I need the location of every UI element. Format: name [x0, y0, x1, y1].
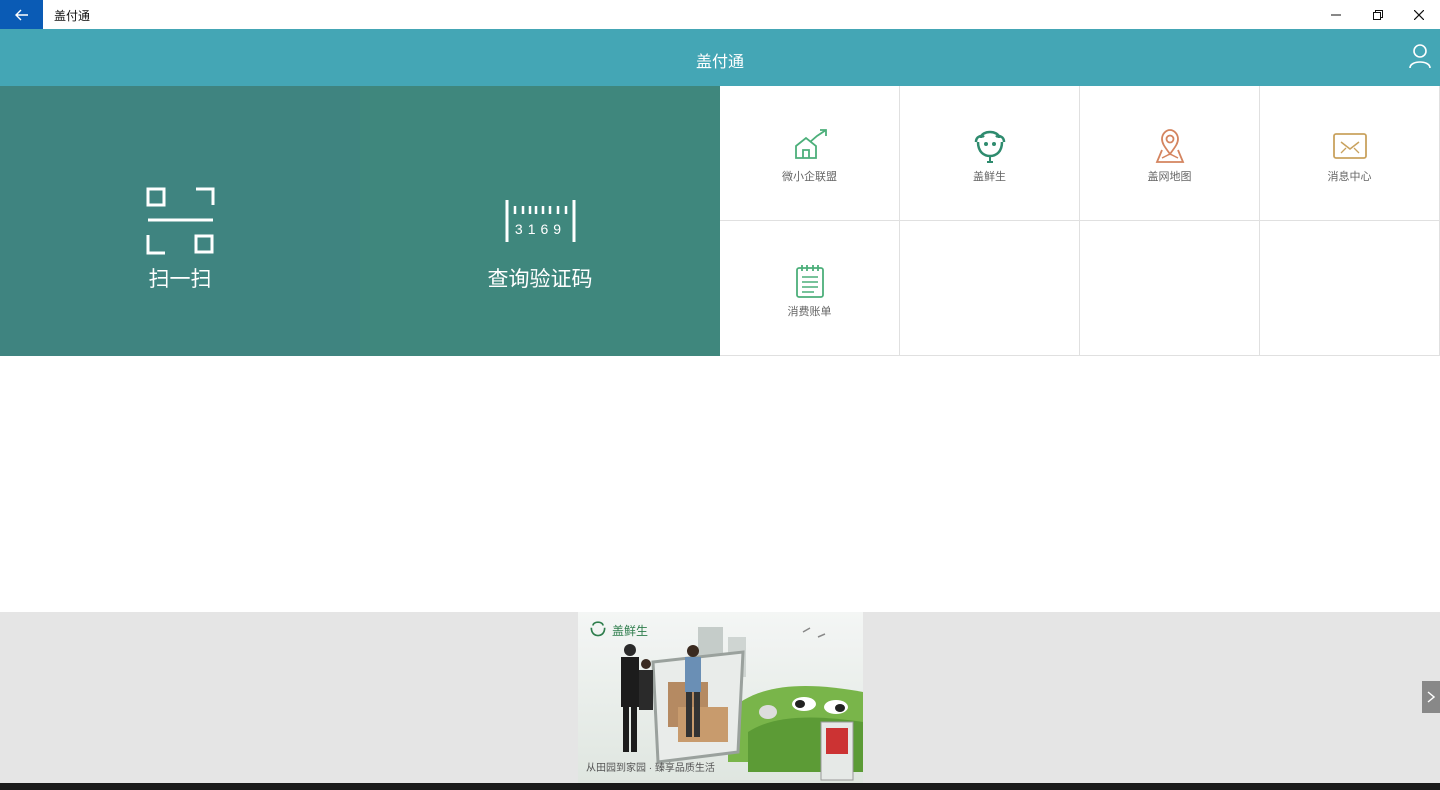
- gaixiansheng-logo-icon: [974, 130, 1006, 163]
- grid-item-label: 消费账单: [787, 306, 832, 318]
- restore-button[interactable]: [1358, 0, 1398, 29]
- window-title: 盖付通: [54, 9, 91, 23]
- verify-code-digits: 3169: [514, 221, 567, 237]
- grid-item-empty: [900, 221, 1080, 356]
- back-arrow-icon: [14, 9, 28, 20]
- banner-brand-name: 盖鲜生: [612, 623, 649, 638]
- banner-carousel: 盖鲜生 从田园到家园 · 臻享品质生活: [0, 612, 1440, 783]
- carousel-next-button[interactable]: [1422, 681, 1440, 713]
- banner-ad-image[interactable]: 盖鲜生 从田园到家园 · 臻享品质生活: [578, 612, 863, 783]
- banner-brand: 盖鲜生: [588, 620, 648, 640]
- grid-item-empty: [1080, 221, 1260, 356]
- minimize-button[interactable]: [1316, 0, 1356, 29]
- grid-item-empty: [1260, 221, 1440, 356]
- minimize-icon: [1331, 14, 1341, 15]
- app-header: 盖付通: [0, 29, 1440, 86]
- grid-item-label: 消息中心: [1327, 171, 1372, 183]
- taskbar-strip: [0, 783, 1440, 790]
- scan-icon: [146, 187, 215, 255]
- grid-item-label: 微小企联盟: [782, 171, 837, 183]
- grid-item-map[interactable]: 盖网地图: [1080, 86, 1260, 221]
- feature-grid: 微小企联盟 盖鲜生 盖网地图 消息中心 消费账单: [720, 86, 1440, 356]
- header-title: 盖付通: [695, 54, 744, 71]
- close-button[interactable]: [1399, 0, 1439, 29]
- envelope-icon: [1333, 133, 1367, 159]
- restore-icon: [1373, 9, 1383, 20]
- grid-item-messages[interactable]: 消息中心: [1260, 86, 1440, 221]
- scan-label: 扫一扫: [148, 268, 212, 291]
- user-icon: [1409, 44, 1431, 69]
- close-icon: [1414, 9, 1424, 20]
- grid-item-micro-alliance[interactable]: 微小企联盟: [720, 86, 900, 221]
- chevron-right-icon: [1427, 691, 1435, 703]
- grid-item-gaixiansheng[interactable]: 盖鲜生: [900, 86, 1080, 221]
- gaixiansheng-logo-icon: [590, 621, 606, 637]
- house-growth-icon: [795, 129, 827, 159]
- back-button[interactable]: [0, 0, 43, 29]
- notepad-icon: [796, 265, 824, 298]
- grid-item-label: 盖鲜生: [973, 171, 1006, 183]
- verify-code-tile[interactable]: 3169 查询验证码: [360, 86, 720, 356]
- verify-code-label: 查询验证码: [487, 268, 593, 291]
- grid-item-label: 盖网地图: [1147, 171, 1192, 183]
- map-pin-icon: [1155, 129, 1185, 163]
- window-titlebar: 盖付通: [0, 0, 1440, 29]
- user-profile-button[interactable]: [1408, 43, 1432, 71]
- scan-tile[interactable]: 扫一扫: [0, 86, 360, 356]
- banner-slogan: 从田园到家园 · 臻享品质生活: [586, 763, 715, 774]
- grid-item-bills[interactable]: 消费账单: [720, 221, 900, 356]
